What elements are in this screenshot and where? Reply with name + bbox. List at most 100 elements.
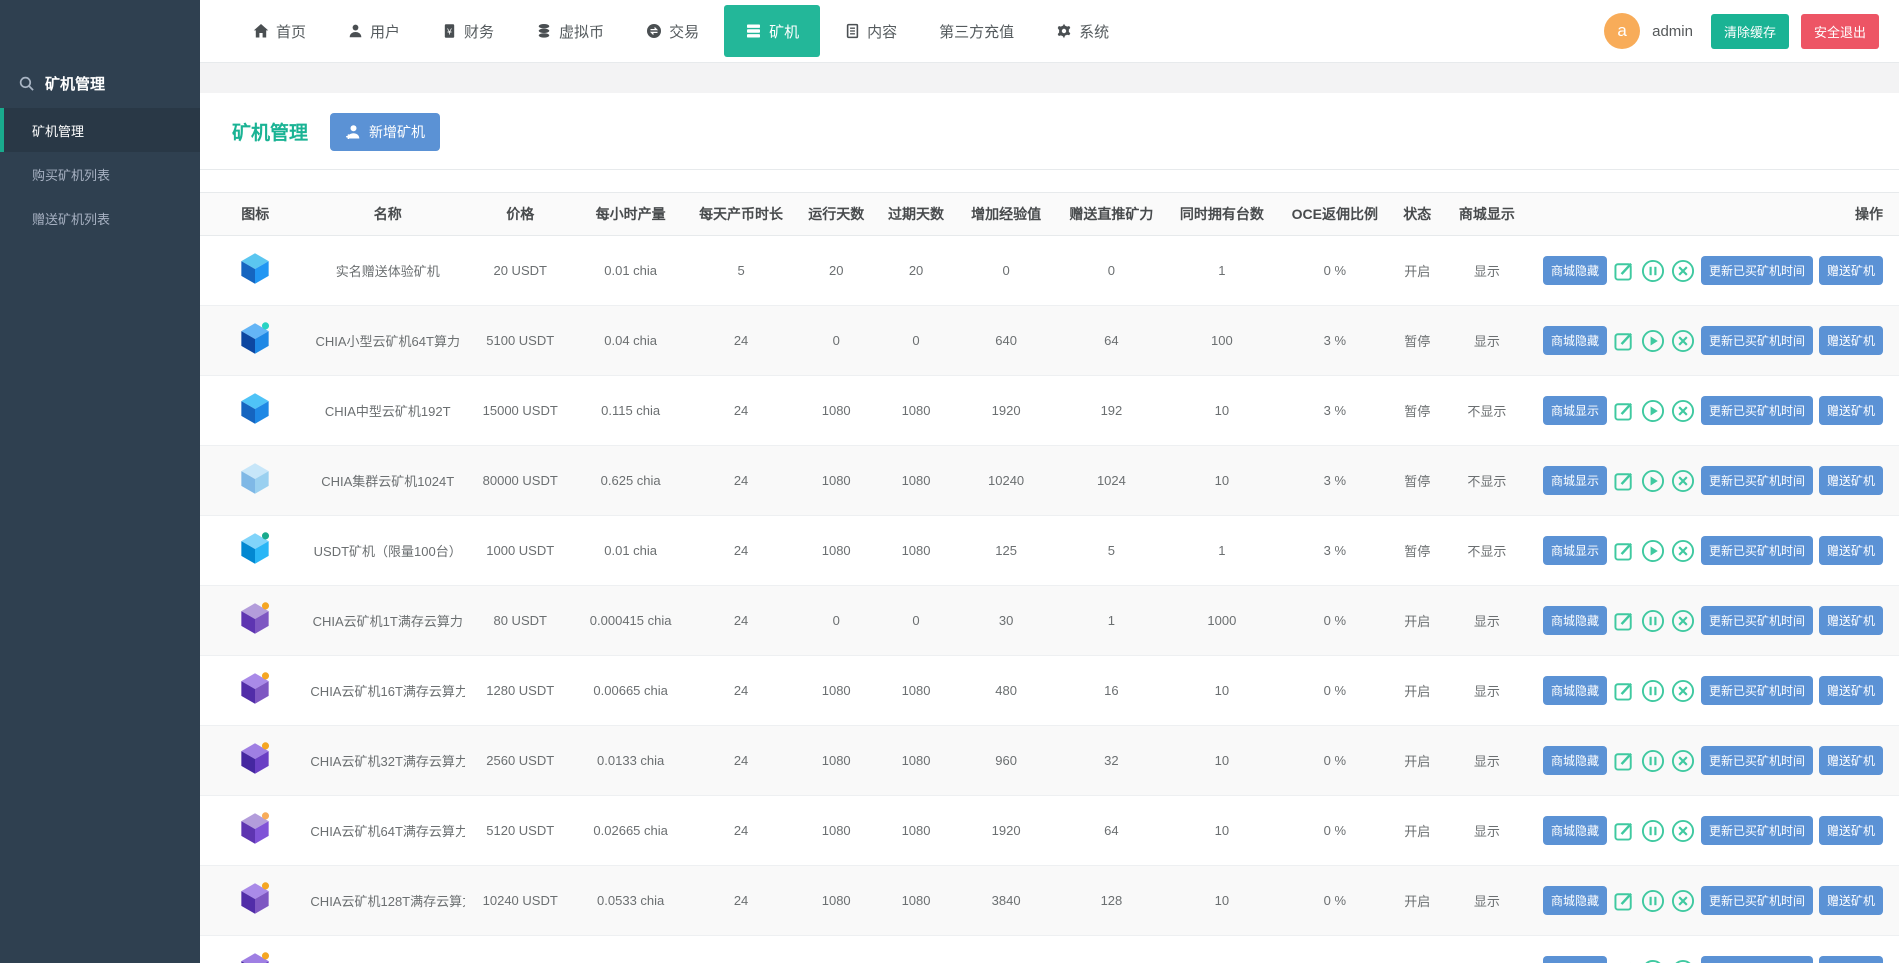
update-bought-miner-time-button[interactable]: 更新已买矿机时间 (1701, 466, 1813, 495)
close-icon[interactable] (1671, 539, 1695, 563)
miner-price: 15000 USDT (465, 403, 575, 418)
pause-icon[interactable] (1641, 959, 1665, 963)
nav-item-2[interactable]: ¥财务 (421, 0, 515, 62)
gift-miner-button[interactable]: 赠送矿机 (1819, 396, 1883, 425)
nav-item-4[interactable]: 交易 (625, 0, 720, 62)
play-icon[interactable] (1641, 329, 1665, 353)
close-icon[interactable] (1671, 609, 1695, 633)
update-bought-miner-time-button[interactable]: 更新已买矿机时间 (1701, 606, 1813, 635)
close-icon[interactable] (1671, 959, 1695, 963)
page-title: 矿机管理 (232, 118, 308, 145)
oce-rebate-rate: 0 % (1277, 683, 1393, 698)
add-miner-button[interactable]: 新增矿机 (330, 113, 440, 151)
pause-icon[interactable] (1641, 679, 1665, 703)
gift-miner-button[interactable]: 赠送矿机 (1819, 326, 1883, 355)
status-text: 暂停 (1393, 471, 1442, 490)
play-icon[interactable] (1641, 399, 1665, 423)
edit-icon[interactable] (1613, 820, 1635, 842)
gift-miner-button[interactable]: 赠送矿机 (1819, 956, 1883, 963)
close-icon[interactable] (1671, 399, 1695, 423)
table-row: CHIA云矿机128T满存云算力 10240 USDT 0.0533 chia … (200, 866, 1899, 936)
edit-icon[interactable] (1613, 750, 1635, 772)
update-bought-miner-time-button[interactable]: 更新已买矿机时间 (1701, 886, 1813, 915)
sidebar-item-gifted-miner-list[interactable]: 赠送矿机列表 (0, 196, 200, 240)
gift-miner-button[interactable]: 赠送矿机 (1819, 746, 1883, 775)
edit-icon[interactable] (1613, 540, 1635, 562)
play-icon[interactable] (1641, 469, 1665, 493)
edit-icon[interactable] (1613, 890, 1635, 912)
play-icon[interactable] (1641, 539, 1665, 563)
nav-item-label: 用户 (370, 21, 400, 42)
nav-item-6[interactable]: 内容 (824, 0, 918, 62)
sidebar: 矿机管理 矿机管理 购买矿机列表 赠送矿机列表 (0, 0, 200, 963)
shop-toggle-button[interactable]: 商城隐藏 (1543, 956, 1607, 963)
close-icon[interactable] (1671, 329, 1695, 353)
shop-toggle-button[interactable]: 商城显示 (1543, 536, 1607, 565)
update-bought-miner-time-button[interactable]: 更新已买矿机时间 (1701, 816, 1813, 845)
avatar[interactable]: a (1604, 13, 1640, 49)
edit-icon[interactable] (1613, 330, 1635, 352)
close-icon[interactable] (1671, 749, 1695, 773)
update-bought-miner-time-button[interactable]: 更新已买矿机时间 (1701, 746, 1813, 775)
edit-icon[interactable] (1613, 610, 1635, 632)
gift-miner-button[interactable]: 赠送矿机 (1819, 816, 1883, 845)
shop-toggle-button[interactable]: 商城隐藏 (1543, 816, 1607, 845)
edit-icon[interactable] (1613, 470, 1635, 492)
edit-icon[interactable] (1613, 680, 1635, 702)
shop-toggle-button[interactable]: 商城隐藏 (1543, 606, 1607, 635)
gift-miner-button[interactable]: 赠送矿机 (1819, 886, 1883, 915)
update-bought-miner-time-button[interactable]: 更新已买矿机时间 (1701, 676, 1813, 705)
logout-button[interactable]: 安全退出 (1801, 14, 1879, 49)
nav-item-0[interactable]: 首页 (232, 0, 327, 62)
update-bought-miner-time-button[interactable]: 更新已买矿机时间 (1701, 256, 1813, 285)
update-bought-miner-time-button[interactable]: 更新已买矿机时间 (1701, 396, 1813, 425)
gift-miner-button[interactable]: 赠送矿机 (1819, 676, 1883, 705)
pause-icon[interactable] (1641, 889, 1665, 913)
edit-icon[interactable] (1613, 400, 1635, 422)
gift-miner-button[interactable]: 赠送矿机 (1819, 466, 1883, 495)
table-row: USDT矿机（限量100台） 1000 USDT 0.01 chia 24 10… (200, 516, 1899, 586)
pause-icon[interactable] (1641, 259, 1665, 283)
pause-icon[interactable] (1641, 749, 1665, 773)
run-days: 1080 (796, 473, 876, 488)
nav-item-7[interactable]: 第三方充值 (918, 0, 1035, 62)
shop-toggle-button[interactable]: 商城隐藏 (1543, 886, 1607, 915)
shop-toggle-button[interactable]: 商城隐藏 (1543, 676, 1607, 705)
pause-icon[interactable] (1641, 819, 1665, 843)
sidebar-header: 矿机管理 (0, 58, 200, 108)
update-bought-miner-time-button[interactable]: 更新已买矿机时间 (1701, 326, 1813, 355)
exp-gain: 3840 (956, 893, 1056, 908)
edit-icon[interactable] (1613, 960, 1635, 963)
nav-item-3[interactable]: 虚拟币 (515, 0, 625, 62)
pause-icon[interactable] (1641, 609, 1665, 633)
close-icon[interactable] (1671, 259, 1695, 283)
gift-miner-button[interactable]: 赠送矿机 (1819, 256, 1883, 285)
nav-item-8[interactable]: 系统 (1035, 0, 1130, 62)
close-icon[interactable] (1671, 889, 1695, 913)
nav-item-5[interactable]: 矿机 (724, 5, 820, 57)
close-icon[interactable] (1671, 679, 1695, 703)
sidebar-item-purchased-miner-list[interactable]: 购买矿机列表 (0, 152, 200, 196)
shop-toggle-button[interactable]: 商城显示 (1543, 396, 1607, 425)
close-icon[interactable] (1671, 819, 1695, 843)
edit-icon[interactable] (1613, 260, 1635, 282)
gift-direct-power: 1 (1056, 613, 1166, 628)
shop-toggle-button[interactable]: 商城隐藏 (1543, 746, 1607, 775)
add-miner-button-label: 新增矿机 (369, 122, 425, 142)
nav-item-1[interactable]: 用户 (327, 0, 421, 62)
update-bought-miner-time-button[interactable]: 更新已买矿机时间 (1701, 536, 1813, 565)
close-icon[interactable] (1671, 469, 1695, 493)
shop-display-text: 显示 (1442, 261, 1532, 280)
main-panel: 矿机管理 新增矿机 图标名称价格每小时产量每天产币时长运行天数过期天数增加经验值… (200, 93, 1899, 963)
clear-cache-button[interactable]: 清除缓存 (1711, 14, 1789, 49)
gift-miner-button[interactable]: 赠送矿机 (1819, 606, 1883, 635)
user-plus-icon (345, 124, 361, 140)
shop-toggle-button[interactable]: 商城隐藏 (1543, 326, 1607, 355)
gift-miner-button[interactable]: 赠送矿机 (1819, 536, 1883, 565)
divider (200, 169, 1899, 170)
sidebar-item-miner-management[interactable]: 矿机管理 (0, 108, 200, 152)
max-owned-count: 1000 (1167, 613, 1277, 628)
update-bought-miner-time-button[interactable]: 更新已买矿机时间 (1701, 956, 1813, 963)
shop-toggle-button[interactable]: 商城显示 (1543, 466, 1607, 495)
shop-toggle-button[interactable]: 商城隐藏 (1543, 256, 1607, 285)
